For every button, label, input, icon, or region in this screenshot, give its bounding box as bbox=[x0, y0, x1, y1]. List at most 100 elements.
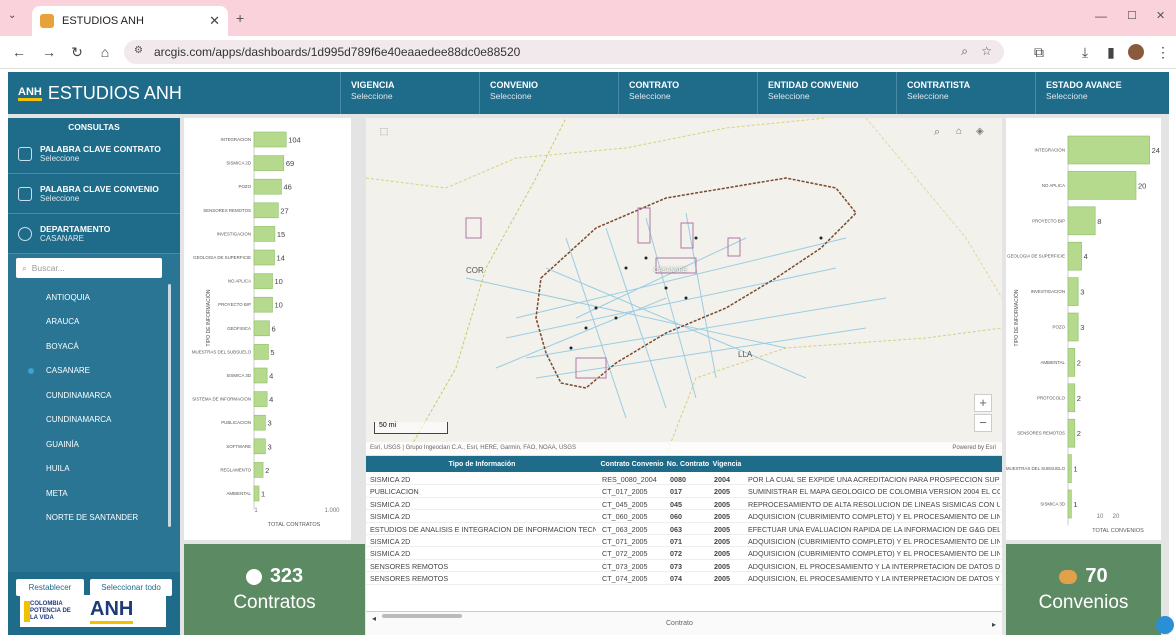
y-axis-label: TIPO DE INFORMACIÓN bbox=[1013, 289, 1020, 346]
filter-vigencia[interactable]: VIGENCIA Seleccione bbox=[340, 72, 479, 114]
filter-value: Seleccione bbox=[907, 91, 949, 101]
select-all-button[interactable]: Seleccionar todo bbox=[90, 579, 172, 596]
filter-value: Seleccione bbox=[1046, 91, 1088, 101]
map-view[interactable]: COR CASANARE LLA ⬚ ⌕ ⌂ ◈ + − 50 mi Esri,… bbox=[366, 118, 1002, 455]
map-attribution-bar: Esri, USGS | Grupo Ingeoclan C.A., Esri,… bbox=[366, 442, 1002, 455]
table-cell: 073 bbox=[670, 561, 682, 571]
extensions-icon[interactable]: ⧉ bbox=[1030, 44, 1048, 61]
horizontal-scrollbar[interactable] bbox=[382, 614, 462, 618]
bar bbox=[1067, 135, 1150, 165]
zoom-in-button[interactable]: + bbox=[974, 394, 992, 412]
department-item[interactable]: BOYACÁ bbox=[16, 333, 171, 359]
bar bbox=[253, 296, 273, 313]
value-label: 1 bbox=[1073, 465, 1077, 474]
department-item[interactable]: META bbox=[16, 480, 171, 506]
colombia-logo: COLOMBIA POTENCIA DE LA VIDA bbox=[24, 600, 76, 622]
reset-button[interactable]: Restablecer bbox=[16, 579, 84, 596]
value-label: 24 bbox=[1152, 146, 1160, 155]
category-label: SISMICA 3D bbox=[1040, 502, 1065, 507]
reload-icon[interactable]: ↻ bbox=[68, 44, 86, 61]
scroll-left-icon[interactable]: ◂ bbox=[372, 614, 376, 623]
filter-entidad-convenio[interactable]: ENTIDAD CONVENIO Seleccione bbox=[757, 72, 896, 114]
map-search-icon[interactable]: ⌕ bbox=[934, 126, 940, 139]
category-label: PUBLICACION bbox=[221, 420, 251, 425]
map-attribution: Esri, USGS | Grupo Ingeoclan C.A., Esri,… bbox=[370, 445, 576, 451]
filter-estado-avance[interactable]: ESTADO AVANCE Seleccione bbox=[1035, 72, 1169, 114]
chart-contratos: INTEGRACION 104SISMICA 2D 69POZO 46SENSORES… bbox=[192, 131, 340, 528]
minimize-icon[interactable]: — bbox=[1095, 9, 1107, 23]
query-departamento[interactable]: DEPARTAMENTO CASANARE bbox=[8, 214, 180, 254]
column-header[interactable]: No. Contrato bbox=[666, 456, 710, 472]
profile-avatar[interactable] bbox=[1128, 44, 1144, 60]
new-tab-icon[interactable]: + bbox=[236, 10, 244, 26]
zoom-icon[interactable]: ⌕ bbox=[961, 44, 968, 59]
bar bbox=[1067, 312, 1079, 342]
query-palabra-convenio[interactable]: PALABRA CLAVE CONVENIO Seleccione bbox=[8, 174, 180, 214]
department-item[interactable]: NORTE DE SANTANDER bbox=[16, 505, 171, 531]
site-info-icon[interactable]: ⚙ bbox=[134, 45, 143, 56]
contratos-label: Contratos bbox=[233, 592, 316, 613]
table-row[interactable]: SENSORES REMOTOS CT_073_2005 073 2005 ADQUIS… bbox=[366, 560, 1002, 573]
sidepanel-icon[interactable]: ▮ bbox=[1102, 44, 1120, 61]
query-palabra-contrato[interactable]: PALABRA CLAVE CONTRATO Seleccione bbox=[8, 134, 180, 174]
department-item[interactable]: CUNDINAMARCA bbox=[16, 407, 171, 433]
powered-by-esri[interactable]: Powered by Esri bbox=[952, 445, 996, 451]
department-item[interactable]: CASANARE bbox=[16, 358, 171, 384]
layers-icon[interactable]: ◈ bbox=[976, 126, 984, 137]
value-label: 3 bbox=[1080, 288, 1084, 297]
filter-convenio[interactable]: CONVENIO Seleccione bbox=[479, 72, 618, 114]
department-item[interactable]: CUNDINAMARCA bbox=[16, 382, 171, 408]
table-row[interactable]: SISMICA 2D CT_060_2005 060 2005 ADQUISICION … bbox=[366, 510, 1002, 523]
department-item[interactable]: ARAUCA bbox=[16, 309, 171, 335]
table-cell: 063 bbox=[670, 524, 682, 534]
browser-menu-icon[interactable]: ⋮ bbox=[1154, 44, 1172, 61]
column-header[interactable]: Vigencia bbox=[710, 456, 744, 472]
table-row[interactable]: ESTUDIOS DE ANALISIS E INTEGRACION DE IN… bbox=[366, 523, 1002, 535]
filter-contrato[interactable]: CONTRATO Seleccione bbox=[618, 72, 757, 114]
table-row[interactable]: PUBLICACION CT_017_2005 017 2005 SUMINISTRAR… bbox=[366, 485, 1002, 498]
table-row[interactable]: SISMICA 2D CT_071_2005 071 2005 ADQUISICION … bbox=[366, 535, 1002, 548]
home-icon[interactable]: ⌂ bbox=[96, 44, 114, 60]
forward-icon[interactable]: → bbox=[40, 44, 58, 60]
close-icon[interactable]: ✕ bbox=[209, 13, 220, 29]
filter-contratista[interactable]: CONTRATISTA Seleccione bbox=[896, 72, 1035, 114]
tab-menu-icon[interactable]: ⌄ bbox=[8, 10, 16, 21]
map-canvas[interactable] bbox=[366, 118, 1002, 455]
table-row[interactable]: SISMICA 2D CT_072_2005 072 2005 ADQUISICION … bbox=[366, 547, 1002, 560]
zoom-out-button[interactable]: − bbox=[974, 414, 992, 432]
browser-tab[interactable]: ESTUDIOS ANH ✕ bbox=[32, 6, 228, 36]
department-label: CUNDINAMARCA bbox=[46, 415, 112, 424]
column-header[interactable]: Contrato Convenio bbox=[598, 456, 666, 472]
url-input[interactable]: ⚙ arcgis.com/apps/dashboards/1d995d789f6… bbox=[124, 40, 1004, 64]
table-row[interactable]: SISMICA 2D CT_045_2005 045 2005 REPROCESAMIE… bbox=[366, 498, 1002, 511]
home-extent-icon[interactable]: ⌂ bbox=[956, 126, 962, 137]
download-icon[interactable]: ⤓ bbox=[1076, 44, 1094, 61]
column-header[interactable]: Tipo de Información bbox=[366, 456, 598, 472]
category-label: MUESTRAS DEL SUBSUELO bbox=[1006, 466, 1066, 471]
bookmark-star-icon[interactable]: ☆ bbox=[981, 44, 992, 58]
filter-value: Seleccione bbox=[768, 91, 810, 101]
table-cell: 2004 bbox=[714, 475, 730, 484]
department-search-input[interactable]: ⌕ Buscar... bbox=[16, 258, 162, 278]
department-item[interactable]: HUILA bbox=[16, 456, 171, 482]
back-icon[interactable]: ← bbox=[10, 44, 28, 60]
table-row[interactable]: SISMICA 2D RES_0080_2004 0080 2004 POR LA CU… bbox=[366, 473, 1002, 486]
select-tool-icon[interactable]: ⬚ bbox=[376, 126, 392, 142]
table-row[interactable]: SENSORES REMOTOS CT_074_2005 074 2005 ADQUIS… bbox=[366, 572, 1002, 585]
scroll-right-icon[interactable]: ▸ bbox=[992, 620, 996, 629]
query-value: Seleccione bbox=[40, 194, 80, 203]
category-label: INVESTIGACION bbox=[1031, 289, 1065, 294]
department-item[interactable]: ANTIOQUIA bbox=[16, 284, 171, 310]
column-header[interactable] bbox=[744, 456, 1002, 472]
filter-label: CONTRATISTA bbox=[907, 80, 971, 90]
window-close-icon[interactable]: ✕ bbox=[1156, 9, 1165, 22]
sidebar-title: CONSULTAS bbox=[68, 122, 120, 132]
table-cell: ESTUDIOS DE ANALISIS E INTEGRACION DE IN… bbox=[370, 524, 596, 534]
help-icon[interactable] bbox=[1156, 616, 1174, 634]
casanare-boundary bbox=[535, 177, 858, 389]
bar bbox=[1067, 241, 1082, 271]
department-item[interactable]: GUAINÍA bbox=[16, 431, 171, 457]
value-label: 3 bbox=[267, 419, 271, 428]
maximize-icon[interactable]: ☐ bbox=[1127, 9, 1137, 22]
table-cell: ADQUISICION (CUBRIMIENTO COMPLETO) Y EL … bbox=[748, 512, 1000, 522]
